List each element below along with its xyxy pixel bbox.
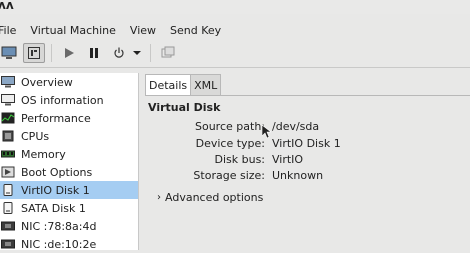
menu-file[interactable]: File [0,24,23,37]
source-path-row: Source path: /dev/sda [145,120,470,134]
sidebar-item-label: Memory [21,147,66,161]
sidebar-item-nic-1[interactable]: NIC :78:8a:4d [0,217,138,235]
boot-icon [1,166,15,178]
disk-bus-label: Disk bus: [214,153,265,166]
device-type-value: VirtIO Disk 1 [272,137,341,150]
sidebar-item-label: NIC :78:8a:4d [21,219,97,233]
screenshot-button[interactable] [157,43,179,63]
nic-icon [1,238,15,250]
toolbar-separator [51,44,52,62]
sidebar-item-os-information[interactable]: OS information [0,91,138,109]
mouse-cursor-icon [262,125,271,139]
console-icon [1,46,17,59]
disk-icon [1,202,15,214]
sidebar-item-label: NIC :de:10:2e [21,237,97,251]
toolbar-divider [0,67,470,68]
shutdown-menu-button[interactable] [130,43,144,63]
chevron-right-icon: › [157,192,161,203]
advanced-options-label: Advanced options [165,191,264,204]
cpu-icon [1,130,15,142]
shutdown-button[interactable] [108,43,130,63]
pause-button[interactable] [83,43,105,63]
info-icon [1,94,15,106]
device-type-label: Device type: [195,137,265,150]
sidebar-item-label: SATA Disk 1 [21,201,86,215]
details-button[interactable] [23,43,45,63]
monitor-icon [1,76,15,88]
source-path-value[interactable]: /dev/sda [272,120,319,133]
sidebar-item-label: VirtIO Disk 1 [21,183,90,197]
tab-xml[interactable]: XML [191,74,222,96]
sidebar-item-nic-2[interactable]: NIC :de:10:2e [0,235,138,253]
disk-bus-row: Disk bus: VirtIO [145,153,470,167]
disk-bus-value: VirtIO [272,153,304,166]
advanced-options-expander[interactable]: › Advanced options [157,191,263,204]
memory-icon [1,148,15,160]
menu-virtual-machine[interactable]: Virtual Machine [23,24,123,37]
run-icon [65,48,74,58]
sidebar-item-label: CPUs [21,129,50,143]
nic-icon [1,220,15,232]
menu-view[interactable]: View [123,24,163,37]
menu-bar: File Virtual Machine View Send Key [0,19,470,41]
source-path-label: Source path: [195,120,265,133]
sidebar-item-sata-disk-1[interactable]: SATA Disk 1 [0,199,138,217]
details-icon [28,47,40,59]
storage-size-value: Unknown [272,169,324,182]
disk-icon [1,184,15,196]
device-type-row: Device type: VirtIO Disk 1 [145,137,470,151]
screenshot-icon [161,46,175,58]
shutdown-icon [114,47,124,58]
storage-size-label: Storage size: [193,169,265,182]
pause-icon [90,48,98,58]
section-title: Virtual Disk [148,101,221,114]
sidebar-item-virtio-disk-1[interactable]: VirtIO Disk 1 [0,181,138,199]
toolbar-separator [150,44,151,62]
app-title: ʌʌ [0,0,14,12]
sidebar-item-label: Overview [21,75,73,89]
run-button[interactable] [58,43,80,63]
menu-send-key[interactable]: Send Key [163,24,228,37]
dropdown-icon [133,51,141,55]
sidebar-item-overview[interactable]: Overview [0,73,138,91]
details-panel: Virtual Disk Source path: /dev/sda Devic… [145,95,470,251]
tab-details[interactable]: Details [145,74,192,96]
console-button[interactable] [0,43,20,63]
chart-icon [1,112,15,124]
sidebar-item-label: OS information [21,93,104,107]
detail-tabs: Details XML [145,74,222,96]
storage-size-row: Storage size: Unknown [145,169,470,183]
toolbar [0,41,470,65]
title-bar: ʌʌ [0,0,470,14]
